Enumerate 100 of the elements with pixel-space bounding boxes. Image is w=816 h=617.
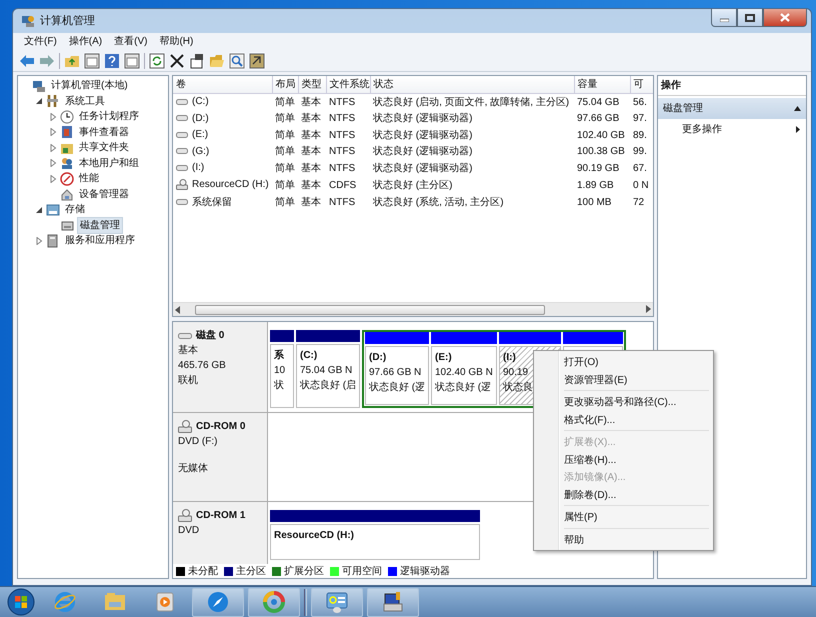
table-cell: 72 <box>633 197 644 208</box>
pane-toggle-icon[interactable] <box>124 52 140 68</box>
drive-icon <box>176 147 188 155</box>
taskbar-button[interactable] <box>311 588 363 616</box>
column-header[interactable]: 类型 <box>298 76 326 94</box>
table-cell: 简单 <box>275 197 295 208</box>
tree-item[interactable]: 本地用户和组 <box>77 156 141 171</box>
column-header[interactable]: 容量 <box>574 76 630 94</box>
column-header[interactable]: 布局 <box>272 76 298 94</box>
table-cell: 状态良好 (主分区) <box>373 180 452 191</box>
window-title: 计算机管理 <box>40 14 95 29</box>
table-cell: 99. <box>633 146 647 158</box>
help-icon[interactable] <box>104 52 120 68</box>
partition-box[interactable]: (C:) 75.04 GB N 状态良好 (启 <box>296 344 360 408</box>
tree-item[interactable]: 事件查看器 <box>77 124 131 140</box>
table-cell: 状态良好 (逻辑驱动器) <box>373 162 472 174</box>
column-header[interactable]: 状态 <box>370 76 574 94</box>
storage-icon <box>46 202 60 217</box>
partition-box[interactable]: (E:) 102.40 GB N 状态良好 (逻 <box>431 346 497 405</box>
menu-item[interactable]: 格式化(F)... <box>536 410 711 428</box>
back-arrow-icon[interactable] <box>19 52 35 68</box>
table-cell-text: ResourceCD (H:) <box>192 178 269 192</box>
table-cell: 状态良好 (逻辑驱动器) <box>373 113 472 124</box>
taskbar-button[interactable] <box>192 588 244 616</box>
table-cell: 基本 <box>301 162 321 174</box>
menu-item[interactable]: 操作(A) <box>64 33 108 50</box>
tree-item[interactable]: 服务和应用程序 <box>63 233 137 248</box>
collapsed-arrow-icon[interactable] <box>49 174 57 183</box>
table-cell: 简单 <box>275 130 295 141</box>
menu-item[interactable]: 属性(P) <box>536 508 711 526</box>
computer-icon <box>32 78 46 93</box>
column-header[interactable]: 文件系统 <box>326 76 370 94</box>
partition-text: (D:) <box>369 351 388 365</box>
table-cell: CDFS <box>329 180 356 191</box>
tree-item[interactable]: 任务计划程序 <box>77 109 141 124</box>
scroll-right-icon[interactable] <box>645 305 651 314</box>
refresh-icon[interactable] <box>149 52 165 68</box>
delete-icon[interactable] <box>169 52 185 68</box>
collapsed-arrow-icon[interactable] <box>49 144 57 152</box>
taskbar-button[interactable] <box>367 588 419 616</box>
table-cell: 基本 <box>301 130 321 141</box>
table-cell-text: (G:) <box>192 144 210 158</box>
tree-item[interactable]: 磁盘管理 <box>77 216 123 234</box>
expanded-arrow-icon[interactable] <box>35 206 43 214</box>
scrollbar-thumb[interactable] <box>195 304 545 314</box>
disk-info: DVD (F:) <box>178 434 218 449</box>
minimize-button[interactable] <box>711 9 737 27</box>
partition-box[interactable]: ResourceCD (H:) <box>270 524 480 560</box>
actions-section-header[interactable]: 磁盘管理 <box>663 101 703 116</box>
menu-item[interactable]: 查看(V) <box>109 33 152 50</box>
settings-icon[interactable] <box>249 52 265 68</box>
partition-bar <box>499 332 561 344</box>
collapsed-arrow-icon[interactable] <box>35 236 43 245</box>
partition-text: 状 <box>274 378 285 393</box>
performance-icon <box>60 172 74 186</box>
partition-text: 10 <box>274 364 286 378</box>
table-cell: 基本 <box>301 146 321 158</box>
disk-info: 465.76 GB <box>178 359 227 373</box>
table-cell: 状态良好 (逻辑驱动器) <box>373 130 472 141</box>
collapsed-arrow-icon[interactable] <box>49 112 57 121</box>
tree-item[interactable]: 计算机管理(本地) <box>49 78 130 94</box>
column-header[interactable]: 卷 <box>173 76 272 94</box>
legend-label: 主分区 <box>236 564 266 578</box>
tree-item[interactable]: 系统工具 <box>63 94 107 109</box>
menu-item[interactable]: 帮助 <box>536 530 711 548</box>
taskbar-button[interactable] <box>248 588 300 616</box>
drive-icon <box>176 114 188 122</box>
horizontal-scrollbar[interactable] <box>173 302 653 316</box>
menu-item[interactable]: 删除卷(D)... <box>536 486 711 503</box>
table-cell: 100 MB <box>577 197 612 208</box>
close-button[interactable] <box>763 9 807 27</box>
close-icon <box>780 13 790 22</box>
users-icon <box>60 156 74 170</box>
table-cell: 56. <box>633 96 647 108</box>
partition-text: 90.19 <box>503 366 530 380</box>
action-item[interactable]: 更多操作 <box>682 122 722 137</box>
column-header[interactable]: 可 <box>630 76 653 94</box>
tree-item[interactable]: 性能 <box>77 171 101 186</box>
table-cell: NTFS <box>329 162 356 174</box>
menu-item[interactable]: 文件(F) <box>19 33 62 50</box>
table-cell: NTFS <box>329 113 356 124</box>
partition-box[interactable]: 系 10 状 <box>270 344 294 408</box>
tree-item[interactable]: 存储 <box>63 202 87 218</box>
properties-icon[interactable] <box>189 52 205 68</box>
maximize-button[interactable] <box>737 9 763 27</box>
search-icon[interactable] <box>229 52 245 68</box>
menu-item[interactable]: 帮助(H) <box>154 33 198 50</box>
pane-toggle-icon[interactable] <box>84 52 100 68</box>
expanded-arrow-icon[interactable] <box>35 97 43 106</box>
scroll-left-icon[interactable] <box>175 306 181 314</box>
tree-item[interactable]: 设备管理器 <box>77 186 131 202</box>
collapsed-arrow-icon[interactable] <box>49 128 57 136</box>
table-cell-text: 系统保留 <box>192 196 232 210</box>
disk-info: 无媒体 <box>178 462 209 476</box>
partition-bar <box>270 330 294 342</box>
collapse-arrow-icon[interactable] <box>794 106 801 111</box>
collapsed-arrow-icon[interactable] <box>49 159 57 168</box>
tree-item[interactable]: 共享文件夹 <box>77 140 131 156</box>
partition-box[interactable]: (D:) 97.66 GB N 状态良好 (逻 <box>365 346 429 405</box>
menu-item[interactable]: 压缩卷(H)... <box>536 450 711 468</box>
